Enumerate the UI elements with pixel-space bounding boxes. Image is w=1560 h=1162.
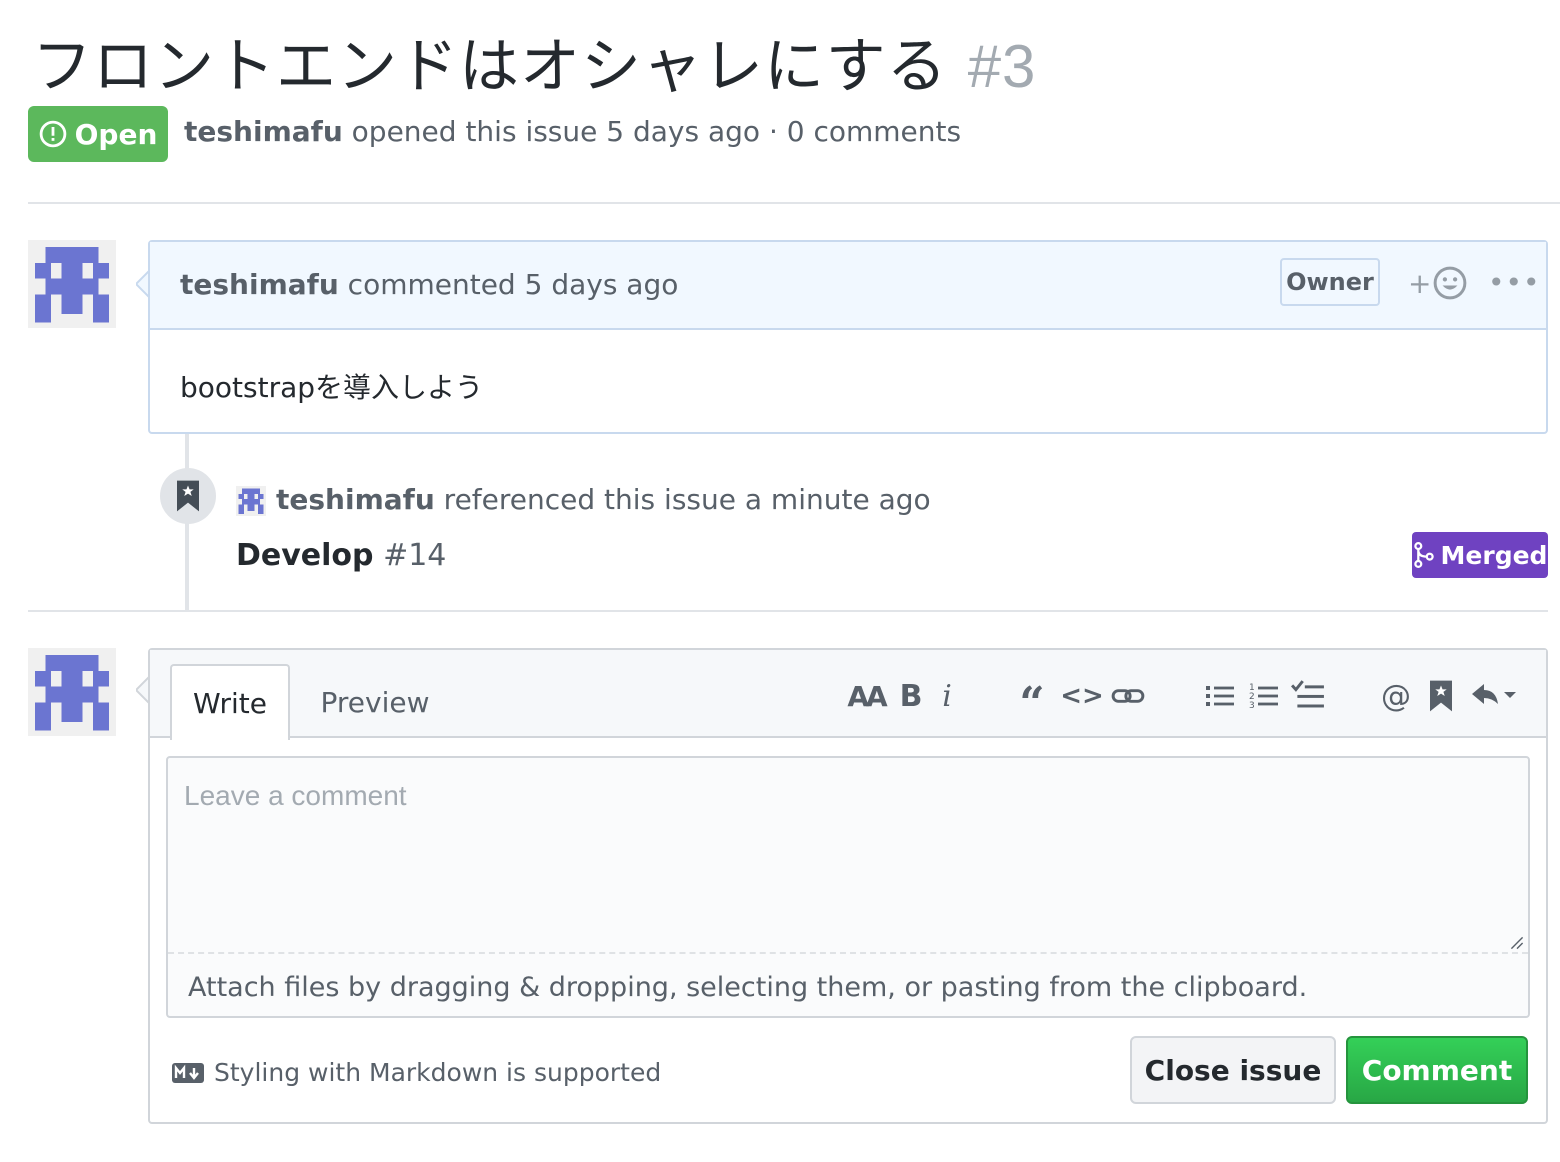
comment-author-link[interactable]: teshimafu — [180, 268, 339, 301]
comment-body: bootstrapを導入しよう — [180, 371, 484, 404]
reply-dropdown-button[interactable] — [1468, 676, 1520, 716]
identicon-avatar — [28, 648, 116, 736]
reference-event-badge — [160, 468, 216, 524]
merged-badge: Merged — [1412, 532, 1548, 578]
code-button[interactable]: <> — [1060, 676, 1104, 716]
tasklist-icon — [1291, 680, 1324, 708]
ordered-list-button[interactable]: 123 — [1248, 676, 1280, 716]
attach-files-text[interactable]: Attach files by dragging & dropping, sel… — [188, 972, 1307, 1003]
italic-button[interactable]: i — [934, 676, 960, 716]
owner-badge: Owner — [1280, 258, 1380, 306]
smiley-icon — [1434, 266, 1467, 300]
issue-meta: teshimafu opened this issue 5 days ago ·… — [184, 115, 961, 148]
list-ordered-icon: 123 — [1249, 683, 1278, 711]
header-divider — [28, 202, 1560, 204]
reaction-plus: + — [1408, 266, 1432, 300]
issue-author-link[interactable]: teshimafu — [184, 115, 343, 148]
saved-reply-button[interactable] — [1426, 676, 1456, 716]
markdown-help-text: Styling with Markdown is supported — [214, 1058, 662, 1087]
resize-handle[interactable] — [1510, 936, 1524, 950]
comment-meta: teshimafu commented 5 days ago — [180, 268, 678, 301]
bold-button[interactable]: B — [896, 676, 926, 716]
markdown-toolbar: AA B i “ <> 123 @ — [150, 676, 1546, 729]
bookmark-icon — [177, 480, 199, 512]
avatar[interactable] — [28, 240, 116, 328]
issue-state-badge: Open — [28, 106, 168, 162]
editor-header: Write Preview AA B i “ <> 123 @ — [150, 650, 1546, 740]
reference-author-link[interactable]: teshimafu — [276, 483, 435, 516]
issue-number: #3 — [967, 33, 1037, 100]
identicon-avatar — [28, 240, 116, 328]
current-user-avatar[interactable] — [28, 648, 116, 736]
new-comment-form: Write Preview AA B i “ <> 123 @ Leave a … — [148, 648, 1548, 1124]
comment-action-text: commented 5 days ago — [347, 268, 679, 301]
reference-action-text: referenced this issue a minute ago — [443, 483, 931, 516]
referenced-pr-link[interactable]: Develop #14 — [236, 538, 446, 573]
svg-text:3: 3 — [1249, 701, 1255, 711]
markdown-help-link[interactable]: Styling with Markdown is supported — [172, 1058, 661, 1087]
merged-label: Merged — [1440, 540, 1548, 570]
task-list-button[interactable] — [1290, 676, 1326, 716]
timeline-divider — [28, 610, 1548, 612]
mention-button[interactable]: @ — [1378, 676, 1414, 716]
git-merge-icon — [1413, 542, 1434, 568]
markdown-icon — [172, 1062, 204, 1083]
bookmark-icon — [1430, 680, 1452, 712]
comment-input-wrapper: Attach files by dragging & dropping, sel… — [166, 756, 1530, 1018]
comment-textarea[interactable] — [168, 758, 1528, 954]
issue-opened-icon — [39, 120, 66, 148]
header-button[interactable]: AA — [846, 676, 887, 716]
reference-meta: teshimafu referenced this issue a minute… — [276, 483, 931, 516]
more-options-button[interactable]: ••• — [1488, 266, 1541, 299]
comment-header: teshimafu commented 5 days ago Owner + •… — [150, 242, 1546, 330]
list-unordered-icon — [1206, 686, 1234, 706]
link-icon — [1111, 689, 1145, 703]
unordered-list-button[interactable] — [1204, 676, 1236, 716]
referenced-pr-number: #14 — [383, 538, 447, 573]
comment-container: teshimafu commented 5 days ago Owner + •… — [148, 240, 1548, 434]
add-reaction-button[interactable]: + — [1408, 266, 1467, 300]
issue-title: フロントエンドはオシャレにする #3 — [32, 18, 1036, 105]
reference-avatar[interactable] — [236, 486, 266, 516]
link-button[interactable] — [1110, 676, 1146, 716]
issue-title-text: フロントエンドはオシャレにする — [32, 32, 948, 102]
comment-button[interactable]: Comment — [1346, 1036, 1528, 1104]
referenced-pr-title: Develop — [236, 538, 374, 573]
reply-icon — [1472, 684, 1516, 704]
issue-opened-text: opened this issue 5 days ago · 0 comment… — [351, 115, 962, 148]
issue-state-label: Open — [74, 117, 158, 151]
quote-button[interactable]: “ — [1014, 676, 1050, 729]
close-issue-button[interactable]: Close issue — [1130, 1036, 1336, 1104]
